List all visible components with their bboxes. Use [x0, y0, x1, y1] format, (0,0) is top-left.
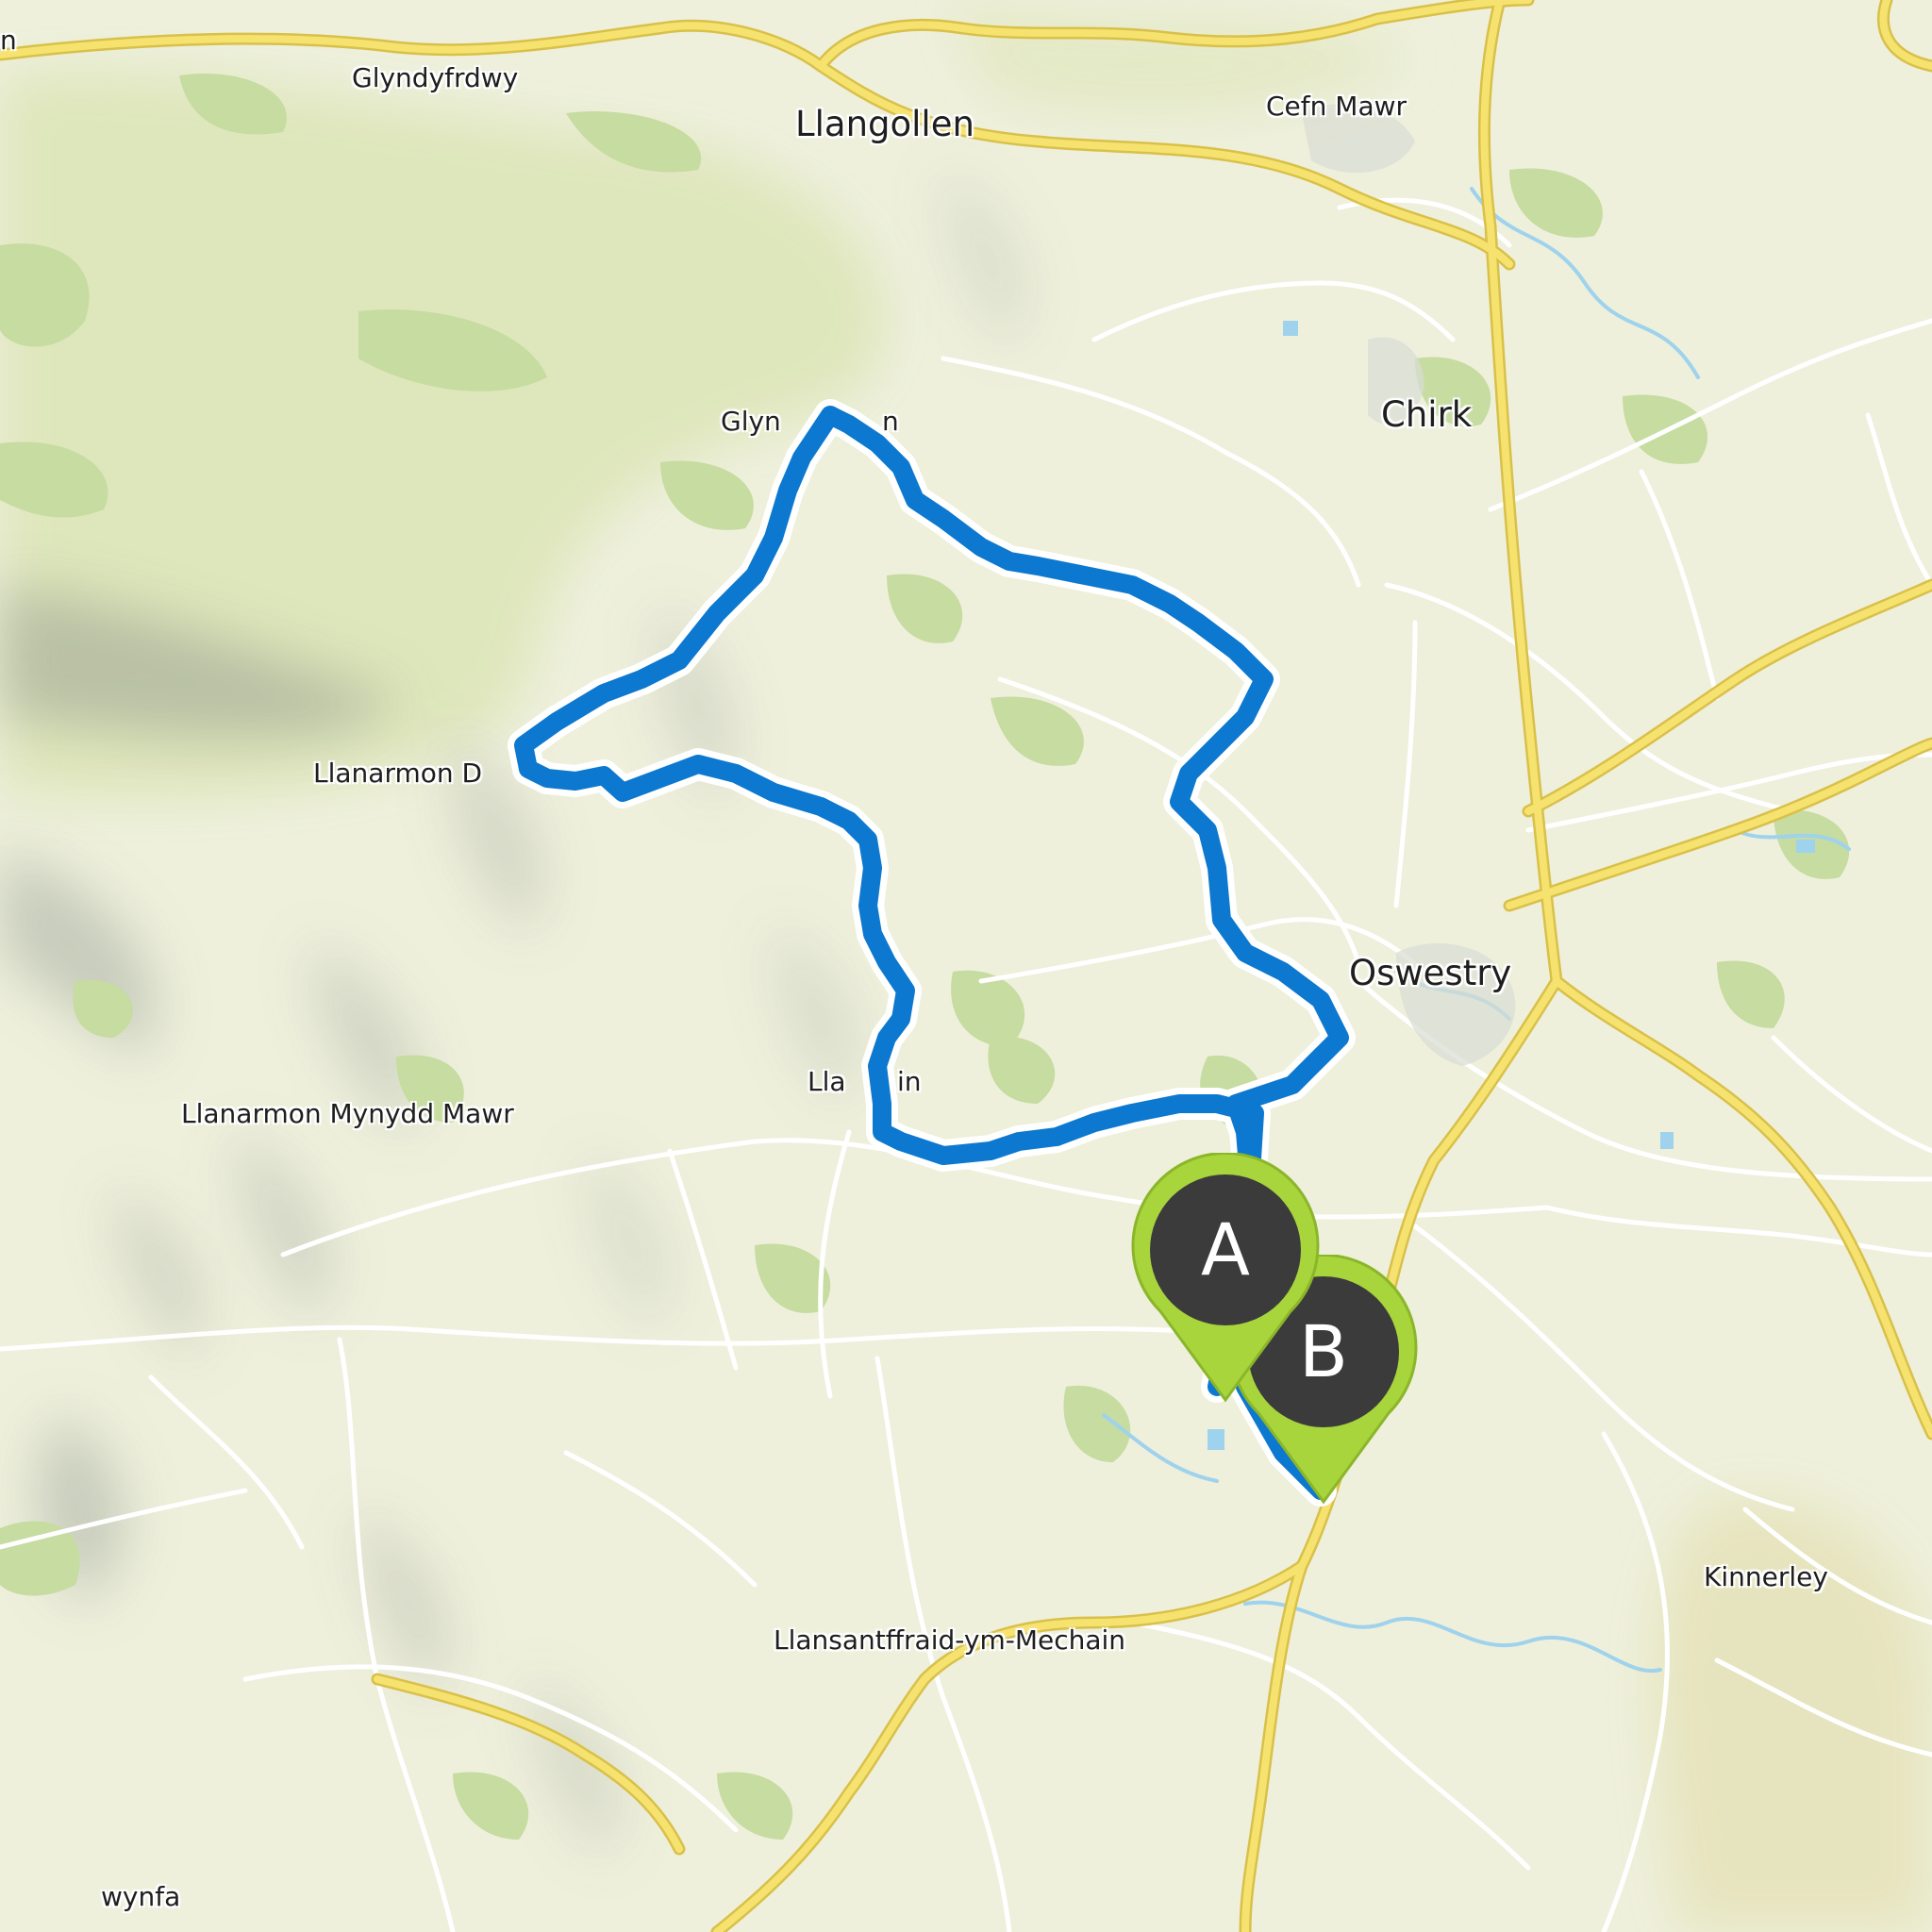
place-label-glyn-ceiriog-tail: n [882, 406, 899, 437]
place-label-glyndyfrdwy: Glyndyfrdwy [352, 62, 519, 93]
start-marker-a[interactable]: A [1126, 1153, 1324, 1407]
place-label-llanarmon-dc: Llanarmon D [313, 758, 483, 789]
place-label-edge-top-left: n [0, 25, 17, 56]
place-label-llansantffraid: Llansantffraid-ym-Mechain [774, 1624, 1126, 1656]
place-label-chirk: Chirk [1381, 394, 1473, 435]
place-label-llanarmon-mynydd-mawr: Llanarmon Mynydd Mawr [181, 1098, 514, 1129]
place-label-llansilin: Lla [808, 1066, 846, 1097]
place-label-llangollen: Llangollen [795, 104, 974, 144]
place-label-oswestry: Oswestry [1349, 953, 1512, 993]
place-label-edge-bottom-left: wynfa [101, 1881, 181, 1912]
place-label-llansilin-tail: in [897, 1066, 922, 1097]
place-label-kinnerley: Kinnerley [1704, 1561, 1828, 1592]
start-marker-label: A [1201, 1208, 1250, 1291]
place-label-glyn-ceiriog: Glyn [721, 406, 781, 437]
place-label-cefn-mawr: Cefn Mawr [1266, 91, 1407, 122]
map-view[interactable]: Glyndyfrdwy Llangollen Cefn Mawr Chirk G… [0, 0, 1932, 1932]
